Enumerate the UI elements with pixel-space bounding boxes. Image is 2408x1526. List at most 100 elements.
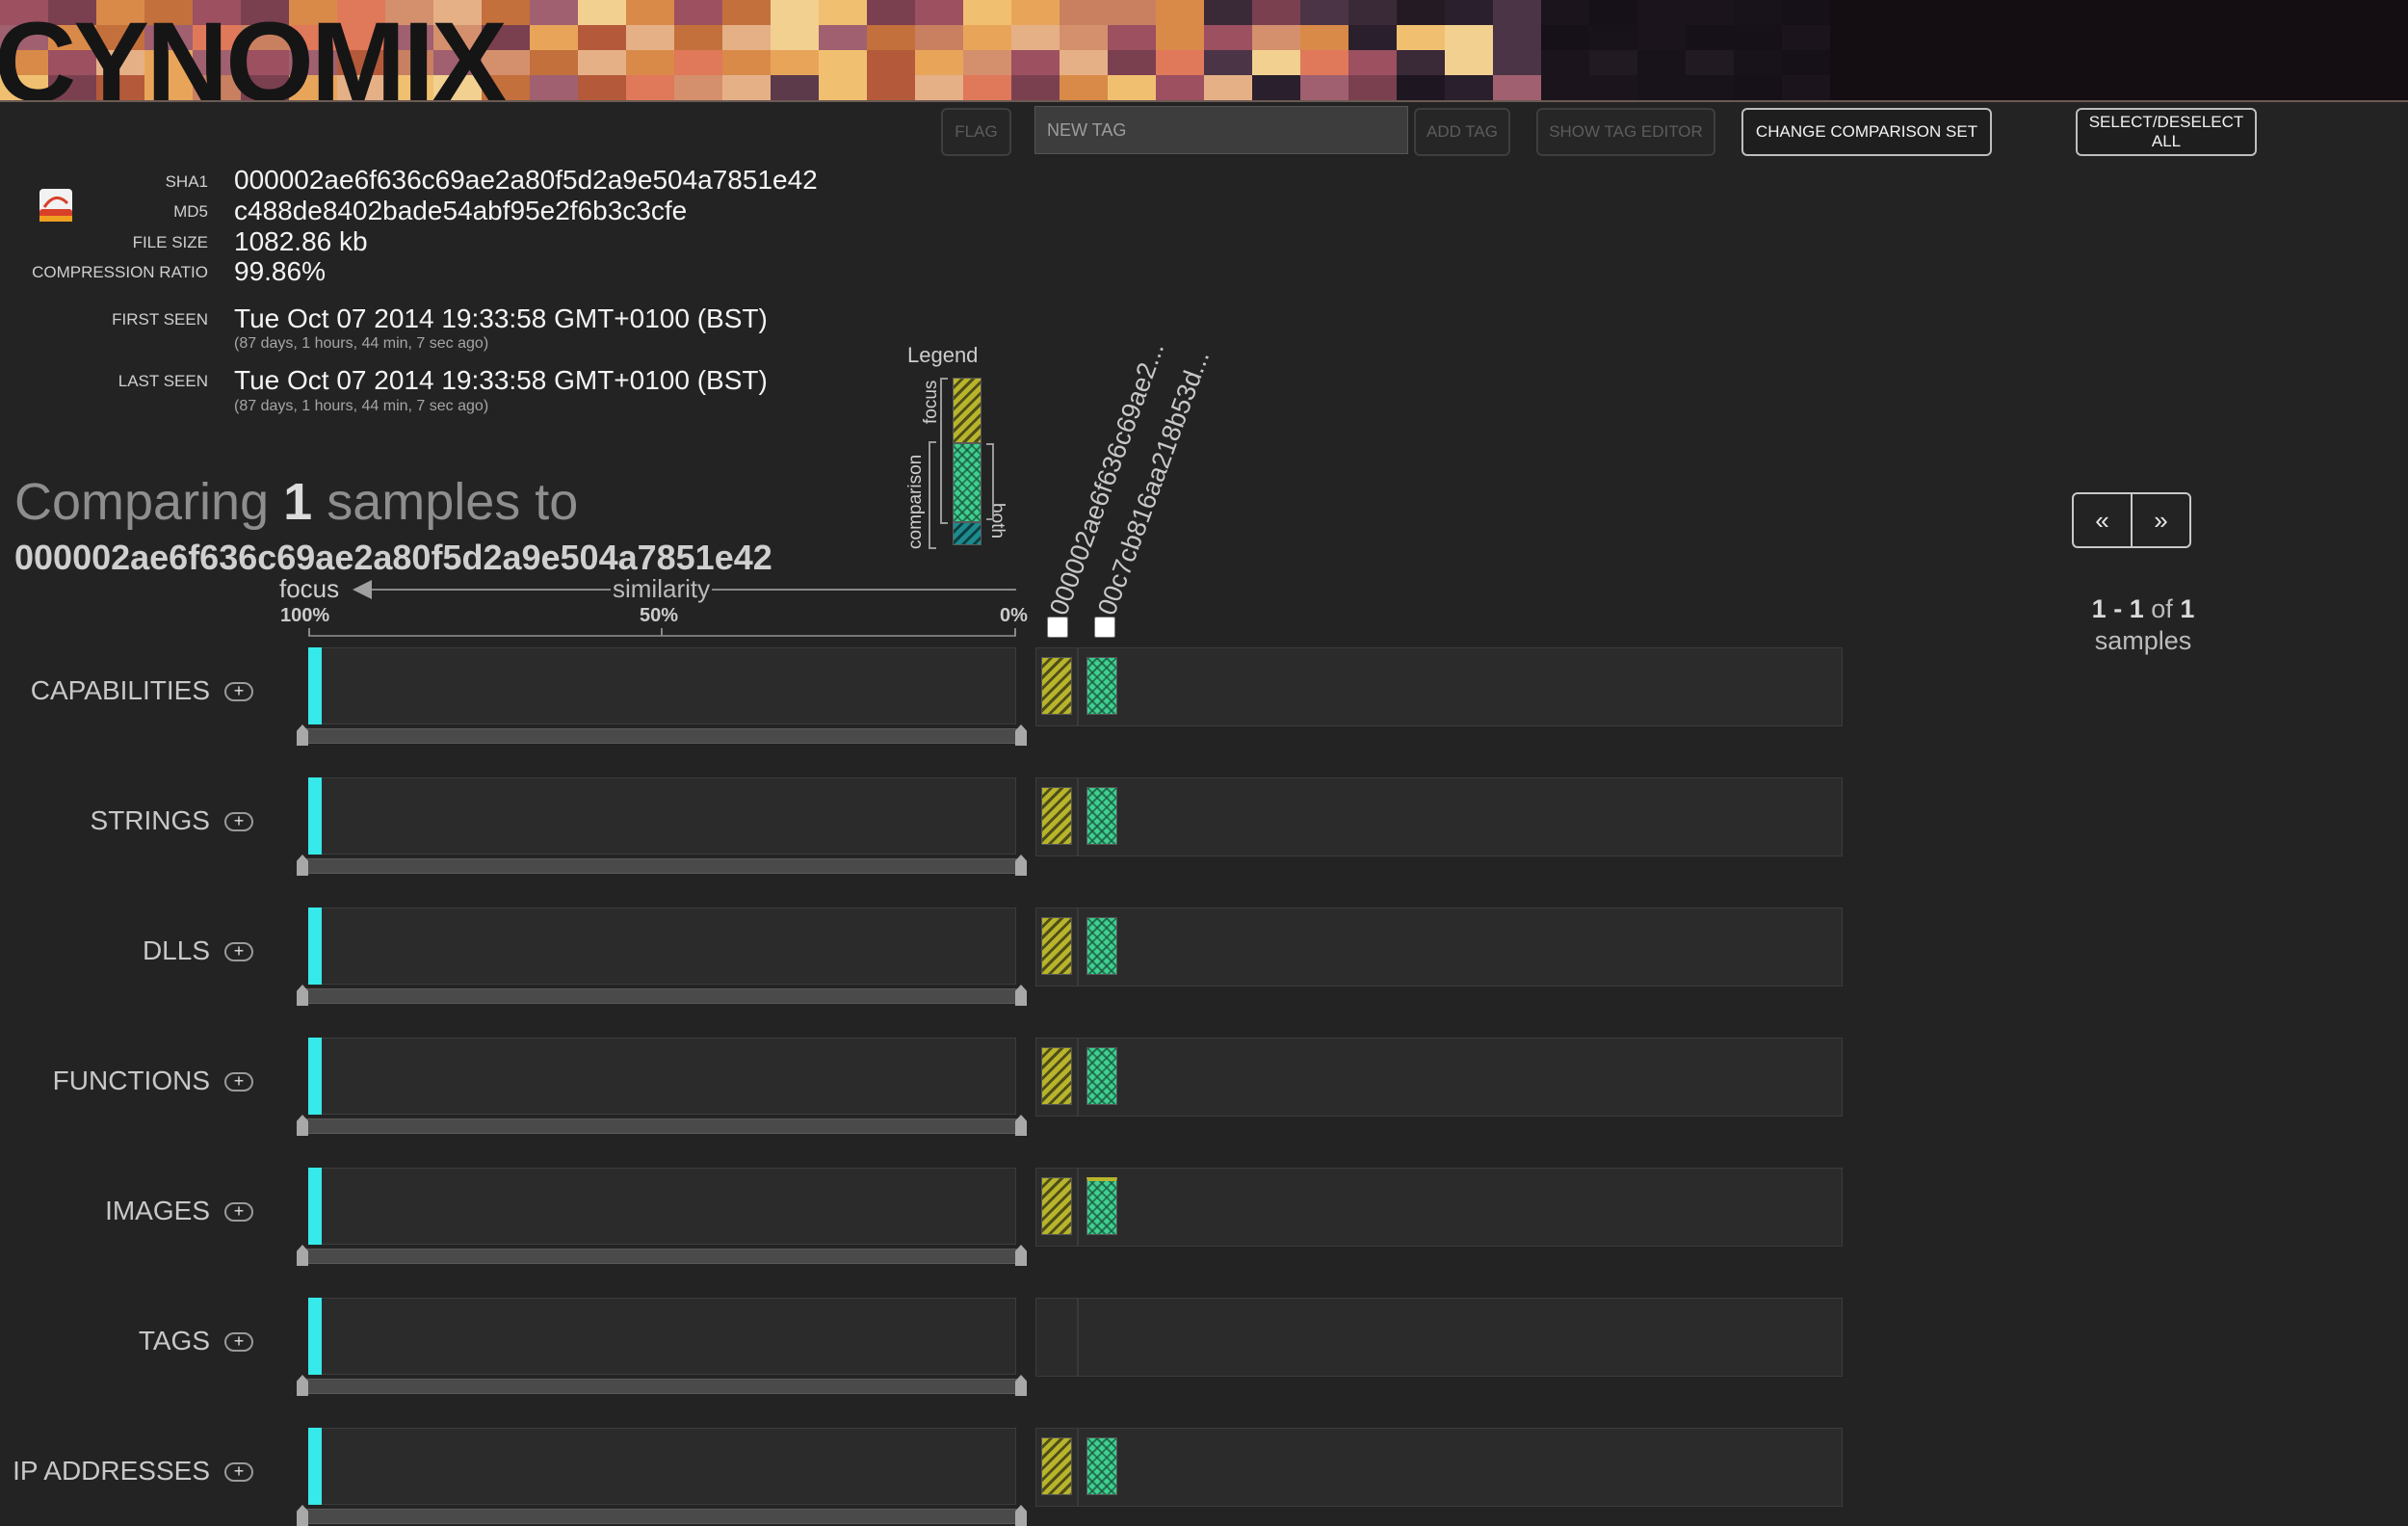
similarity-panel — [308, 1428, 1016, 1505]
show-tag-editor-button[interactable]: SHOW TAG EDITOR — [1536, 108, 1715, 156]
column-separator — [1077, 647, 1079, 726]
mosaic-tile — [1782, 50, 1830, 75]
mosaic-tile — [1108, 75, 1156, 100]
category-label: STRINGS — [90, 805, 210, 835]
mosaic-tile — [1156, 50, 1204, 75]
sample-panel — [1035, 1168, 1843, 1247]
comparison-feature-bar[interactable] — [1086, 917, 1117, 975]
column-separator — [1077, 1298, 1079, 1377]
mosaic-tile — [722, 75, 771, 100]
change-comparison-set-button[interactable]: CHANGE COMPARISON SET — [1741, 108, 1992, 156]
focus-feature-bar[interactable] — [1041, 1047, 1072, 1105]
mosaic-tile — [1397, 50, 1445, 75]
sha1-label: SHA1 — [165, 172, 208, 191]
new-tag-input[interactable] — [1034, 106, 1408, 154]
focus-feature-bar[interactable] — [1041, 787, 1072, 845]
expand-category-button[interactable]: + — [224, 1202, 253, 1222]
similarity-range-slider[interactable] — [301, 1118, 1025, 1134]
legend-focus-swatch — [953, 378, 982, 443]
flag-button[interactable]: FLAG — [941, 108, 1011, 156]
mosaic-tile — [1108, 25, 1156, 50]
similarity-range-slider[interactable] — [301, 988, 1025, 1004]
mosaic-tile — [1300, 0, 1348, 25]
select-deselect-all-button[interactable]: SELECT/DESELECT ALL — [2076, 108, 2257, 156]
next-page-button[interactable]: » — [2131, 494, 2189, 546]
legend-both-swatch — [953, 522, 982, 545]
expand-category-button[interactable]: + — [224, 1332, 253, 1352]
mosaic-tile — [1156, 0, 1204, 25]
last-seen-ago: (87 days, 1 hours, 44 min, 7 sec ago) — [234, 398, 489, 414]
comparison-feature-bar[interactable] — [1086, 1047, 1117, 1105]
expand-category-button[interactable]: + — [224, 682, 253, 701]
similarity-range-slider[interactable] — [301, 858, 1025, 874]
add-tag-button[interactable]: ADD TAG — [1414, 108, 1510, 156]
comparison-feature-bar[interactable] — [1086, 1437, 1117, 1495]
mosaic-tile — [963, 50, 1011, 75]
mosaic-tile — [771, 75, 819, 100]
mosaic-tile — [530, 25, 578, 50]
axis-similarity-label: similarity — [611, 574, 713, 604]
mosaic-tile — [867, 75, 915, 100]
category-label: IMAGES — [105, 1196, 210, 1225]
mosaic-tile — [626, 0, 674, 25]
focus-feature-bar[interactable] — [1041, 657, 1072, 715]
comparison-feature-bar[interactable] — [1086, 787, 1117, 845]
axis-tick-label: 0% — [1000, 605, 1028, 626]
last-seen-label: LAST SEEN — [118, 372, 208, 390]
file-size-label: FILE SIZE — [132, 233, 208, 251]
mosaic-tile — [1493, 75, 1541, 100]
similarity-range-slider[interactable] — [301, 1509, 1025, 1524]
expand-category-button[interactable]: + — [224, 942, 253, 961]
sample-select-checkbox[interactable] — [1094, 617, 1115, 638]
expand-category-button[interactable]: + — [224, 812, 253, 831]
mosaic-tile — [915, 75, 963, 100]
mosaic-tile — [1300, 25, 1348, 50]
focus-feature-bar[interactable] — [1041, 917, 1072, 975]
mosaic-tile — [1589, 0, 1637, 25]
file-size-value: 1082.86 kb — [234, 226, 368, 256]
page-info: 1 - 1 of 1 samples — [2071, 593, 2215, 657]
mosaic-tile — [1589, 75, 1637, 100]
focus-feature-bar[interactable] — [1041, 1177, 1072, 1235]
similarity-panel — [308, 1298, 1016, 1375]
axis-tick — [308, 628, 310, 636]
legend-comparison-label: comparison — [905, 454, 926, 549]
similarity-range-slider[interactable] — [301, 1249, 1025, 1264]
focus-feature-bar[interactable] — [1041, 1437, 1072, 1495]
focus-similarity-bar — [308, 647, 322, 724]
focus-similarity-bar — [308, 777, 322, 855]
mosaic-tile — [1204, 75, 1252, 100]
similarity-panel — [308, 777, 1016, 855]
mosaic-tile — [771, 0, 819, 25]
sample-panel — [1035, 1298, 1843, 1377]
similarity-panel — [308, 647, 1016, 724]
first-seen-ago: (87 days, 1 hours, 44 min, 7 sec ago) — [234, 335, 489, 352]
mosaic-tile — [626, 25, 674, 50]
mosaic-tile — [867, 0, 915, 25]
mosaic-tile — [1493, 25, 1541, 50]
mosaic-tile — [674, 0, 722, 25]
prev-page-button[interactable]: « — [2074, 494, 2131, 546]
mosaic-tile — [1108, 50, 1156, 75]
focus-similarity-bar — [308, 1428, 322, 1505]
similarity-range-slider[interactable] — [301, 1379, 1025, 1394]
expand-category-button[interactable]: + — [224, 1072, 253, 1092]
expand-category-button[interactable]: + — [224, 1462, 253, 1482]
mosaic-tile — [867, 50, 915, 75]
mosaic-tile — [771, 50, 819, 75]
sample-select-checkbox[interactable] — [1047, 617, 1068, 638]
similarity-range-slider[interactable] — [301, 728, 1025, 744]
axis-focus-label: focus — [279, 574, 340, 603]
pdf-file-icon — [39, 189, 72, 222]
mosaic-tile — [963, 25, 1011, 50]
comparison-feature-bar[interactable] — [1086, 657, 1117, 715]
mosaic-tile — [1589, 25, 1637, 50]
page-of-label: of — [2151, 594, 2173, 623]
mosaic-tile — [1300, 75, 1348, 100]
mosaic-tile — [1686, 25, 1734, 50]
comparison-heading: Comparing 1 samples to — [14, 472, 578, 532]
focus-similarity-bar — [308, 908, 322, 985]
mosaic-tile — [1541, 50, 1589, 75]
comparison-feature-bar[interactable] — [1086, 1177, 1117, 1235]
mosaic-tile — [1734, 50, 1782, 75]
